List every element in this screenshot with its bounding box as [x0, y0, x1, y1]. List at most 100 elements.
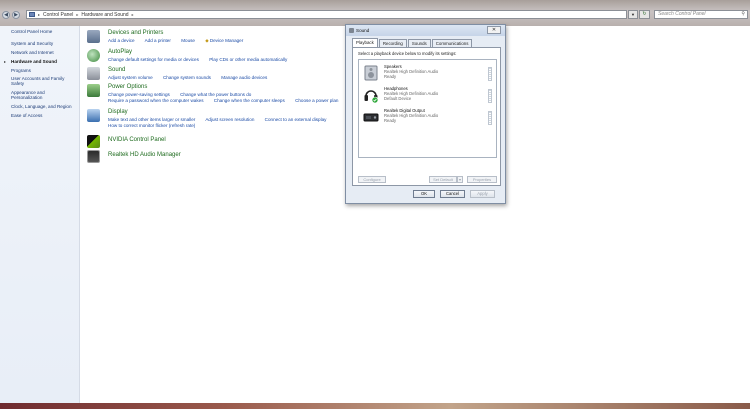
sidebar-item-clock-language-region[interactable]: Clock, Language, and Region	[11, 104, 72, 109]
sidebar-item-network-and-internet[interactable]: Network and Internet	[11, 50, 54, 55]
cancel-button[interactable]: Cancel	[440, 190, 465, 198]
speaker-icon	[87, 67, 100, 80]
configure-button[interactable]: Configure	[358, 176, 386, 183]
dialog-title: Sound	[356, 28, 370, 33]
link-add-a-printer[interactable]: Add a printer	[145, 38, 171, 43]
device-status: Default Device	[384, 95, 412, 101]
device-status: Ready	[384, 117, 397, 123]
back-icon[interactable]: ◀	[2, 11, 10, 19]
device-list: Speakers Realtek High Definition Audio R…	[358, 59, 497, 158]
volume-meter	[488, 111, 492, 125]
search-icon[interactable]: ⚲	[741, 11, 745, 18]
shield-icon: ◆	[205, 38, 209, 43]
category-links: Change power-saving settings Change what…	[108, 92, 260, 97]
set-default-button[interactable]: Set Default	[429, 176, 457, 183]
link-require-password[interactable]: Require a password when the computer wak…	[108, 98, 204, 103]
category-links: Adjust system volume Change system sound…	[108, 75, 276, 80]
apply-button[interactable]: Apply	[470, 190, 495, 198]
link-choose-power-plan[interactable]: Choose a power plan	[295, 98, 338, 103]
sound-icon	[349, 28, 354, 33]
printer-icon	[87, 30, 100, 43]
link-change-power-saving[interactable]: Change power-saving settings	[108, 92, 170, 97]
category-title[interactable]: Power Options	[108, 84, 147, 90]
category-links: How to correct monitor flicker (refresh …	[108, 123, 204, 128]
chevron-right-icon: ▸	[76, 12, 79, 17]
sidebar: Control Panel Home System and Security N…	[0, 26, 80, 403]
sidebar-item-appearance-line2[interactable]: Personalization	[11, 95, 42, 100]
sidebar-item-control-panel-home[interactable]: Control Panel Home	[11, 29, 52, 34]
sidebar-item-programs[interactable]: Programs	[11, 68, 31, 73]
list-item[interactable]: Headphones Realtek High Definition Audio…	[363, 86, 496, 105]
sidebar-item-system-and-security[interactable]: System and Security	[11, 41, 53, 46]
category-title[interactable]: NVIDIA Control Panel	[108, 137, 166, 143]
category-links: Change default settings for media or dev…	[108, 57, 296, 62]
properties-button[interactable]: Properties	[467, 176, 497, 183]
tab-sounds[interactable]: Sounds	[407, 39, 431, 47]
device-text: Speakers Realtek High Definition Audio R…	[384, 64, 438, 79]
device-status: Ready	[384, 73, 397, 79]
category-links: Require a password when the computer wak…	[108, 98, 347, 103]
list-item[interactable]: Realtek Digital Output Realtek High Defi…	[363, 108, 496, 127]
speaker-device-icon	[363, 65, 379, 81]
close-icon[interactable]: ✕	[487, 26, 501, 34]
realtek-icon	[87, 150, 100, 163]
volume-meter	[488, 89, 492, 103]
link-change-power-buttons[interactable]: Change what the power buttons do	[180, 92, 251, 97]
refresh-icon[interactable]: ↻	[639, 10, 650, 19]
tab-playback[interactable]: Playback	[352, 38, 378, 47]
link-play-cds[interactable]: Play CDs or other media automatically	[209, 57, 287, 62]
address-bar-strip: ◀ ▶ ▸ Control Panel ▸ Hardware and Sound…	[0, 0, 750, 26]
search-placeholder: Search Control Panel	[658, 11, 706, 17]
link-change-system-sounds[interactable]: Change system sounds	[163, 75, 211, 80]
breadcrumb-hardware-and-sound[interactable]: Hardware and Sound	[81, 12, 128, 18]
playback-panel: Select a playback device below to modify…	[352, 47, 501, 186]
link-adjust-system-volume[interactable]: Adjust system volume	[108, 75, 153, 80]
sound-dialog: Sound ✕ Playback Recording Sounds Commun…	[345, 24, 506, 204]
address-field[interactable]: ▸ Control Panel ▸ Hardware and Sound ▸	[26, 10, 627, 19]
device-text: Realtek Digital Output Realtek High Defi…	[384, 108, 438, 123]
link-change-default-settings[interactable]: Change default settings for media or dev…	[108, 57, 199, 62]
dialog-titlebar[interactable]: Sound ✕	[346, 25, 505, 36]
link-make-text-larger[interactable]: Make text and other items larger or smal…	[108, 117, 195, 122]
category-links: Add a device Add a printer Mouse ◆Device…	[108, 38, 252, 44]
sidebar-item-hardware-and-sound[interactable]: Hardware and Sound	[4, 59, 57, 64]
control-panel-icon	[29, 12, 35, 17]
breadcrumb-control-panel[interactable]: Control Panel	[43, 12, 73, 18]
link-add-a-device[interactable]: Add a device	[108, 38, 135, 43]
list-item[interactable]: Speakers Realtek High Definition Audio R…	[363, 64, 496, 83]
taskbar	[0, 403, 750, 409]
set-default-dropdown-icon[interactable]: ▾	[457, 176, 463, 183]
digital-output-icon	[363, 109, 379, 125]
chevron-right-icon: ▸	[131, 12, 134, 17]
ok-button[interactable]: OK	[413, 190, 435, 198]
volume-meter	[488, 67, 492, 81]
category-title[interactable]: Devices and Printers	[108, 30, 163, 36]
sidebar-item-user-accounts-line2[interactable]: Safety	[11, 81, 24, 86]
link-monitor-flicker[interactable]: How to correct monitor flicker (refresh …	[108, 123, 195, 128]
tab-communications[interactable]: Communications	[431, 39, 473, 47]
category-title[interactable]: AutoPlay	[108, 49, 132, 55]
power-icon	[87, 84, 100, 97]
link-connect-external-display[interactable]: Connect to an external display	[265, 117, 327, 122]
nav-buttons: ◀ ▶	[2, 11, 24, 19]
link-device-manager[interactable]: Device Manager	[210, 38, 243, 43]
chevron-right-icon: ▸	[38, 12, 41, 17]
instruction-text: Select a playback device below to modify…	[358, 51, 457, 56]
link-manage-audio-devices[interactable]: Manage audio devices	[221, 75, 267, 80]
category-title[interactable]: Display	[108, 109, 128, 115]
search-input[interactable]: Search Control Panel ⚲	[654, 10, 748, 19]
sidebar-item-ease-of-access[interactable]: Ease of Access	[11, 113, 42, 118]
link-adjust-resolution[interactable]: Adjust screen resolution	[205, 117, 254, 122]
device-text: Headphones Realtek High Definition Audio…	[384, 86, 438, 101]
nvidia-icon	[87, 135, 100, 148]
category-title[interactable]: Sound	[108, 67, 125, 73]
link-change-sleep[interactable]: Change when the computer sleeps	[214, 98, 285, 103]
link-mouse[interactable]: Mouse	[181, 38, 195, 43]
forward-icon[interactable]: ▶	[12, 11, 20, 19]
headphones-icon	[363, 87, 379, 104]
display-icon	[87, 109, 100, 122]
dialog-tabs: Playback Recording Sounds Communications	[352, 38, 473, 47]
category-title[interactable]: Realtek HD Audio Manager	[108, 152, 181, 158]
address-dropdown-icon[interactable]: ▼	[628, 10, 638, 19]
tab-recording[interactable]: Recording	[378, 39, 407, 47]
